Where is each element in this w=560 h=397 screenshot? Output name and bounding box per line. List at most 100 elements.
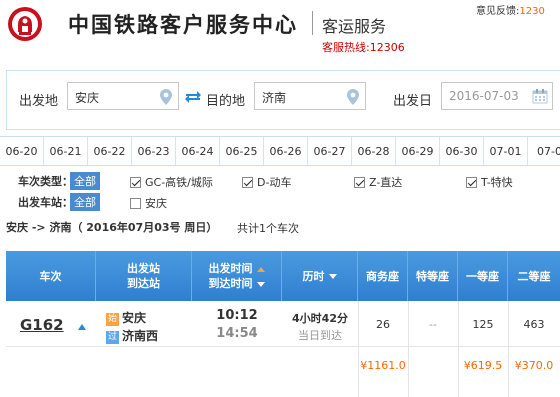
sort-desc-icon[interactable] xyxy=(256,281,265,287)
header-station-from: 出发站 xyxy=(127,262,160,275)
sort-asc-icon[interactable] xyxy=(256,266,265,272)
header-time-depart-wrap: 出发时间 xyxy=(209,261,265,276)
header-time-arrive: 到达时间 xyxy=(208,277,253,290)
filter-t-checkbox[interactable]: T-特快 xyxy=(466,174,513,190)
header-first: 一等座 xyxy=(458,251,508,301)
header-train-label: 车次 xyxy=(39,269,62,283)
date-tab[interactable]: 06-26 xyxy=(264,137,308,165)
date-tab[interactable]: 06-27 xyxy=(308,137,352,165)
business-seats: 26 xyxy=(376,318,390,331)
feedback-label: 意见反馈: xyxy=(476,6,520,17)
header-time-depart: 出发时间 xyxy=(208,262,253,275)
header-duration-wrap: 历时 xyxy=(303,269,337,284)
header-first-label: 一等座 xyxy=(466,269,499,283)
swap-icon[interactable] xyxy=(184,89,202,105)
date-tab[interactable]: 06-23 xyxy=(132,137,176,165)
train-type-row: 车次类型： 全部 GC-高铁/城际 D-动车 Z-直达 T-特快 xyxy=(6,172,560,190)
railway-logo xyxy=(8,7,42,41)
date-tab[interactable]: 07-0 xyxy=(528,137,560,165)
filter-z-checkbox[interactable]: Z-直达 xyxy=(354,174,402,190)
to-label: 目的地 xyxy=(206,94,246,109)
header-special-label: 特等座 xyxy=(416,269,449,283)
header-second: 二等座 xyxy=(508,251,560,301)
station-all-button[interactable]: 全部 xyxy=(70,193,100,211)
train-number-link[interactable]: G162 xyxy=(20,316,64,334)
station-row: 出发车站： 全部 安庆 xyxy=(6,193,560,211)
route-summary: 安庆 -> 济南（ 2016年07月03号 周日） xyxy=(6,219,217,235)
depart-time: 10:12 xyxy=(216,308,258,323)
result-table: 车次 出发站到达站 出发时间 到达时间 历时 商务座 特等座 一等座 二等座 G… xyxy=(6,251,560,397)
date-tab[interactable]: 06-28 xyxy=(352,137,396,165)
location-pin-icon[interactable] xyxy=(160,89,172,105)
feedback-link[interactable]: 意见反馈:1230 xyxy=(476,2,545,17)
header-business-label: 商务座 xyxy=(366,269,399,283)
special-seats: -- xyxy=(429,318,437,331)
arrival-day: 当日到达 xyxy=(298,329,342,342)
filter-gc-checkbox[interactable]: GC-高铁/城际 xyxy=(130,174,213,190)
site-title: 中国铁路客户服务中心 xyxy=(68,13,298,37)
search-bar: 出发地 安庆 目的地 济南 出发日 2016-07-03 xyxy=(6,70,560,130)
date-tab[interactable]: 07-01 xyxy=(484,137,528,165)
date-label: 出发日 xyxy=(393,94,433,109)
date-tab[interactable]: 06-21 xyxy=(44,137,88,165)
date-tab[interactable]: 06-29 xyxy=(396,137,440,165)
filter-station-checkbox[interactable]: 安庆 xyxy=(130,195,167,211)
business-price: ¥1161.0 xyxy=(360,359,406,372)
filter-t-label: T-特快 xyxy=(481,176,513,189)
feedback-number: 1230 xyxy=(519,6,545,17)
date-tab[interactable]: 06-25 xyxy=(220,137,264,165)
location-pin-icon[interactable] xyxy=(347,89,359,105)
filters-panel: 车次类型： 全部 GC-高铁/城际 D-动车 Z-直达 T-特快 出发车站： 全… xyxy=(6,169,560,213)
checkbox-checked-icon xyxy=(242,176,253,188)
from-station-input[interactable]: 安庆 xyxy=(67,82,179,110)
pass-badge: 过 xyxy=(106,330,119,344)
checkbox-unchecked-icon xyxy=(130,197,141,209)
first-seats: 125 xyxy=(472,318,494,331)
header-station-to: 到达站 xyxy=(127,277,160,290)
header-train: 车次 xyxy=(6,251,96,301)
origin-badge: 始 xyxy=(106,312,119,326)
from-label: 出发地 xyxy=(19,94,59,109)
site-header: 中国铁路客户服务中心 客运服务 客服热线:12306 意见反馈:1230 xyxy=(0,0,560,62)
route-count: 共计1个车次 xyxy=(237,222,299,235)
date-input[interactable]: 2016-07-03 xyxy=(441,82,553,110)
table-header: 车次 出发站到达站 出发时间 到达时间 历时 商务座 特等座 一等座 二等座 xyxy=(6,251,560,301)
date-value: 2016-07-03 xyxy=(449,89,519,103)
filter-gc-label: GC-高铁/城际 xyxy=(145,176,213,189)
header-duration[interactable]: 历时 xyxy=(282,251,358,301)
header-special: 特等座 xyxy=(408,251,458,301)
date-tab[interactable]: 06-30 xyxy=(440,137,484,165)
calendar-icon[interactable] xyxy=(532,88,548,104)
header-time[interactable]: 出发时间 到达时间 xyxy=(192,251,282,301)
header-station[interactable]: 出发站 到达站 xyxy=(96,251,192,301)
date-tab[interactable]: 06-20 xyxy=(0,137,44,165)
second-price: ¥370.0 xyxy=(514,359,554,372)
checkbox-checked-icon xyxy=(354,176,365,188)
from-station-cell: 始安庆 xyxy=(106,309,146,326)
date-tabs: 06-20 06-21 06-22 06-23 06-24 06-25 06-2… xyxy=(0,136,560,166)
filter-d-label: D-动车 xyxy=(257,176,292,189)
date-tab[interactable]: 06-22 xyxy=(88,137,132,165)
header-business: 商务座 xyxy=(358,251,408,301)
station-label: 出发车站： xyxy=(18,196,73,209)
header-second-label: 二等座 xyxy=(517,269,551,283)
table-row: G162 始安庆 过济南西 10:12 14:54 4小时42分 当日到达 26… xyxy=(6,301,560,347)
second-seats: 463 xyxy=(523,318,545,331)
date-tab[interactable]: 06-24 xyxy=(176,137,220,165)
first-price: ¥619.5 xyxy=(463,359,503,372)
from-station-name: 安庆 xyxy=(122,311,147,325)
to-station-input[interactable]: 济南 xyxy=(254,82,366,110)
filter-d-checkbox[interactable]: D-动车 xyxy=(242,174,291,190)
sort-desc-icon xyxy=(328,274,337,279)
route-text: 安庆 -> 济南（ 2016年07月03号 周日） xyxy=(6,221,218,234)
price-row: ¥1161.0 ¥619.5 ¥370.0 xyxy=(6,347,560,383)
train-type-all-button[interactable]: 全部 xyxy=(70,172,100,190)
filter-station-label: 安庆 xyxy=(145,197,167,210)
arrive-time: 14:54 xyxy=(216,326,258,341)
from-station-value: 安庆 xyxy=(75,91,100,105)
expand-up-icon[interactable] xyxy=(78,324,86,330)
to-station-value: 济南 xyxy=(262,91,287,105)
header-time-arrive-wrap: 到达时间 xyxy=(209,276,265,291)
checkbox-checked-icon xyxy=(130,176,141,188)
site-subtitle: 客运服务 xyxy=(322,17,387,36)
